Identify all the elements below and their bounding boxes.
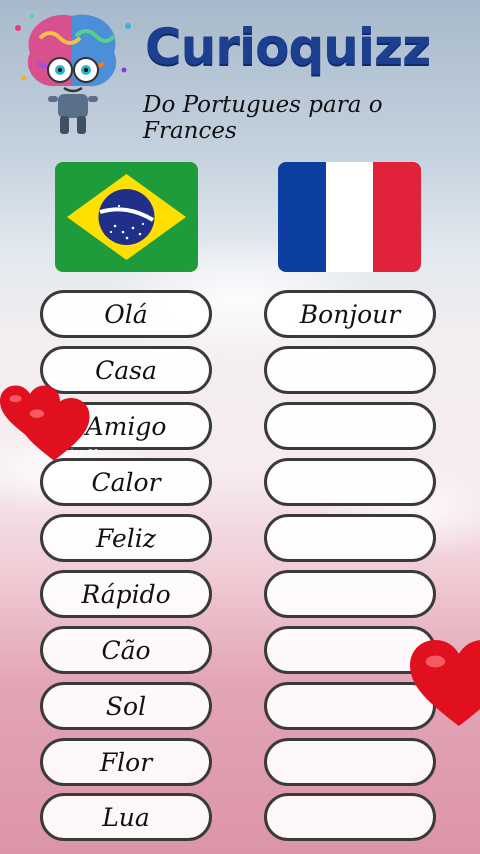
france-flag-icon	[278, 162, 421, 272]
app-subtitle: Do Portugues para o Frances	[143, 92, 383, 144]
pt-word-8: Sol	[40, 682, 212, 730]
heart-icon	[410, 640, 480, 727]
pt-word-1: Olá	[40, 290, 212, 338]
app-title: Curioquizz	[145, 18, 431, 76]
header: Curioquizz Do Portugues para o Frances	[0, 0, 480, 144]
france-flag-white-band	[325, 162, 374, 272]
pt-word-6: Rápido	[40, 570, 212, 618]
fr-answer-3[interactable]	[264, 402, 436, 450]
fr-answer-9[interactable]	[264, 738, 436, 786]
fr-answer-6[interactable]	[264, 570, 436, 618]
pt-word-10: Lua	[40, 793, 212, 841]
france-flag-blue-band	[278, 162, 326, 272]
france-flag-red-band	[373, 162, 421, 272]
pt-word-7: Cão	[40, 626, 212, 674]
pt-word-4: Calor	[40, 458, 212, 506]
pt-word-2: Casa	[40, 346, 212, 394]
fr-answer-4[interactable]	[264, 458, 436, 506]
fr-answer-2[interactable]	[264, 346, 436, 394]
pt-word-5: Feliz	[40, 514, 212, 562]
fr-answer-5[interactable]	[264, 514, 436, 562]
brazil-flag-icon	[55, 162, 198, 272]
fr-answer-10[interactable]	[264, 793, 436, 841]
fr-answer-1[interactable]: Bonjour	[264, 290, 436, 338]
brain-mascot-icon	[15, 14, 131, 134]
heart-icon	[18, 398, 90, 461]
pt-word-9: Flor	[40, 738, 212, 786]
